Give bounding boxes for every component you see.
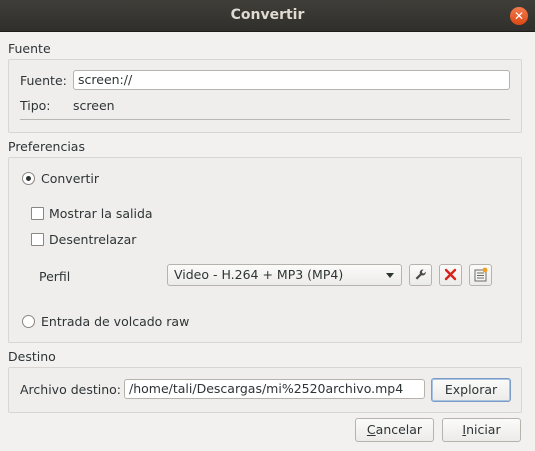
chevron-down-icon xyxy=(386,273,394,278)
show-output-checkbox[interactable] xyxy=(31,207,44,220)
convert-radio[interactable] xyxy=(22,172,35,185)
edit-profile-button[interactable] xyxy=(409,264,432,286)
show-output-label[interactable]: Mostrar la salida xyxy=(49,206,153,221)
new-profile-button[interactable] xyxy=(469,264,492,286)
source-group: Fuente: screen:// Tipo: screen xyxy=(8,59,522,133)
cancel-mnemonic: C xyxy=(366,422,376,437)
cancel-button[interactable]: Cancelar xyxy=(355,418,434,442)
convert-label[interactable]: Convertir xyxy=(41,171,99,186)
source-input[interactable]: screen:// xyxy=(73,70,510,90)
destination-group: Archivo destino: /home/tali/Descargas/mi… xyxy=(8,367,522,413)
source-separator xyxy=(20,119,510,120)
profile-select[interactable]: Video - H.264 + MP3 (MP4) xyxy=(167,264,402,286)
delete-profile-button[interactable] xyxy=(439,264,462,286)
new-profile-icon xyxy=(474,267,488,282)
profile-label: Perfil xyxy=(39,269,71,284)
preferences-group: Convertir Mostrar la salida Desentrelaza… xyxy=(8,157,522,343)
deinterlace-label[interactable]: Desentrelazar xyxy=(49,232,136,247)
type-label: Tipo: xyxy=(20,98,51,113)
cancel-label-rest: ancelar xyxy=(375,422,423,437)
source-label: Fuente: xyxy=(20,73,67,88)
browse-button[interactable]: Explorar xyxy=(431,378,511,402)
start-label-rest: niciar xyxy=(466,422,501,437)
profile-selected-value: Video - H.264 + MP3 (MP4) xyxy=(174,267,344,282)
wrench-icon xyxy=(415,269,426,280)
deinterlace-checkbox[interactable] xyxy=(31,233,44,246)
raw-dump-label[interactable]: Entrada de volcado raw xyxy=(41,314,189,329)
title-bar: Convertir ✕ xyxy=(0,0,535,32)
delete-x-icon xyxy=(444,268,457,281)
type-value: screen xyxy=(73,98,115,113)
start-button[interactable]: Iniciar xyxy=(442,418,521,442)
window-title: Convertir xyxy=(230,7,305,23)
destination-file-label: Archivo destino: xyxy=(20,382,121,397)
destination-file-input[interactable]: /home/tali/Descargas/mi%2520archivo.mp4 xyxy=(124,379,425,399)
destination-section-label: Destino xyxy=(8,349,56,364)
raw-dump-radio[interactable] xyxy=(22,315,35,328)
preferences-section-label: Preferencias xyxy=(8,139,85,154)
source-section-label: Fuente xyxy=(8,41,51,56)
close-icon[interactable]: ✕ xyxy=(510,7,528,25)
